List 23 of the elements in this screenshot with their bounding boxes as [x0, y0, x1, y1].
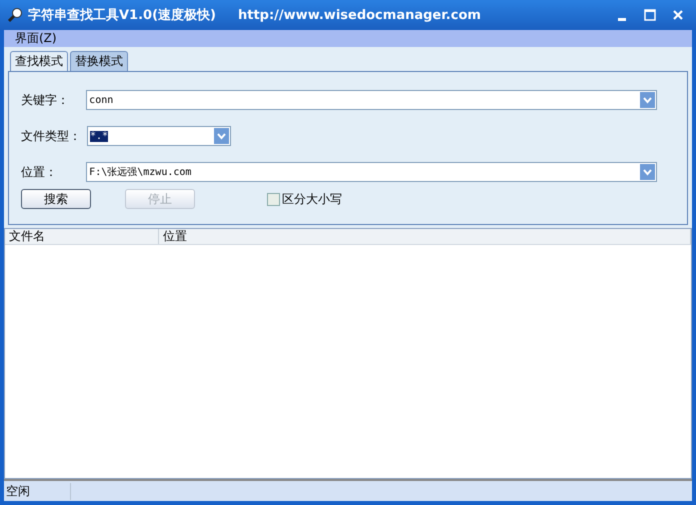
- window-title: 字符串查找工具V1.0(速度极快): [28, 6, 216, 24]
- combo-box[interactable]: F:\张远强\mzwu.com: [86, 162, 657, 182]
- column-header[interactable]: 文件名: [5, 229, 160, 244]
- chevron-down-icon: [217, 132, 226, 140]
- combo-box[interactable]: *.*: [87, 126, 231, 146]
- minimize-icon: [618, 18, 626, 20]
- status-text: 空闲: [4, 482, 71, 500]
- search-button[interactable]: 搜索: [21, 189, 91, 209]
- close-icon: [673, 10, 683, 20]
- field-label: 关键字：: [21, 92, 70, 108]
- website-url: http://www.wisedocmanager.com: [238, 8, 481, 22]
- combo-box[interactable]: conn: [86, 90, 657, 110]
- tab[interactable]: 替换模式: [70, 51, 128, 71]
- maximize-icon: [644, 9, 656, 21]
- field-label: 位置：: [21, 164, 58, 180]
- field-label: 文件类型：: [21, 128, 82, 144]
- chevron-down-icon: [643, 168, 652, 176]
- magnifier-icon: [8, 7, 24, 23]
- menu-item[interactable]: 界面(Z): [10, 30, 62, 47]
- case-checkbox[interactable]: 区分大小写: [267, 190, 342, 208]
- column-header[interactable]: 位置: [159, 229, 691, 244]
- chevron-down-icon: [643, 96, 652, 104]
- tab[interactable]: 查找模式: [10, 51, 68, 71]
